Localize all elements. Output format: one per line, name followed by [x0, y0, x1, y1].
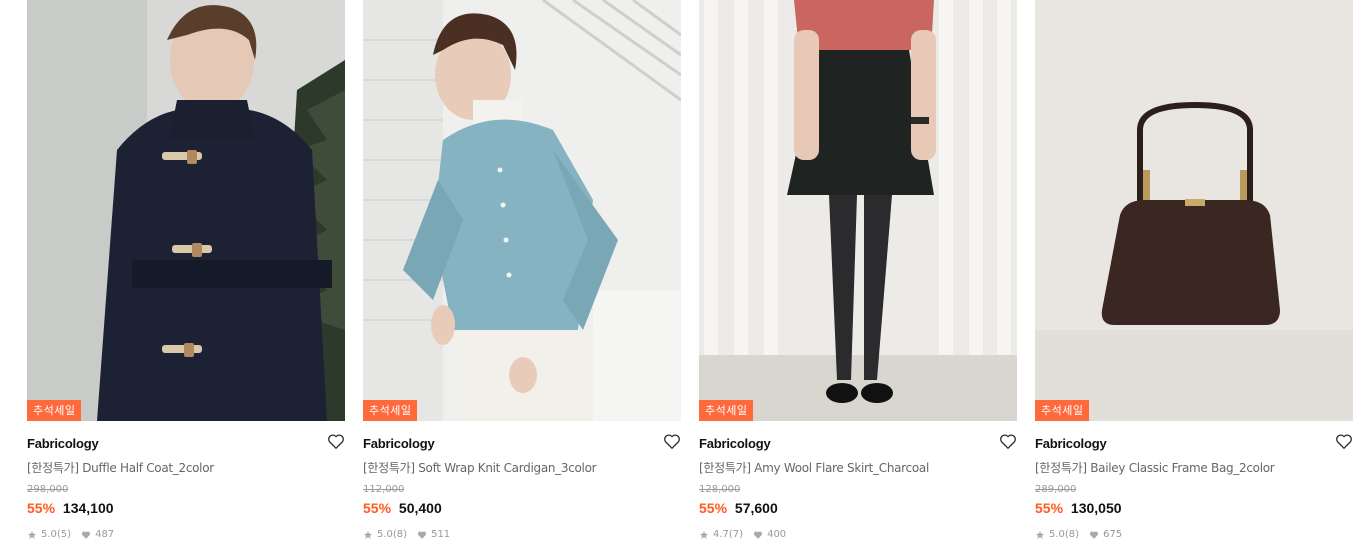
product-meta: 4.7 (7) 400: [699, 529, 786, 540]
rating-value: 4.7: [713, 529, 729, 540]
price-row: 55% 134,100: [27, 500, 114, 516]
product-image-link[interactable]: 추석세일: [27, 0, 345, 421]
rating-value: 5.0: [377, 529, 393, 540]
heart-icon: [1090, 530, 1099, 539]
heart-outline-icon[interactable]: [999, 433, 1017, 450]
rating-value: 5.0: [1049, 529, 1065, 540]
product-name[interactable]: [한정특가] Bailey Classic Frame Bag_2color: [1035, 459, 1275, 476]
star-icon: [699, 530, 709, 539]
product-photo-coat: [27, 0, 345, 421]
brand-name[interactable]: Fabricology: [27, 436, 99, 451]
review-count: (7): [728, 529, 744, 540]
like-count: 400: [767, 529, 787, 540]
discount-rate: 55%: [1035, 500, 1064, 516]
product-meta: 5.0 (8) 675: [1035, 529, 1122, 540]
product-card[interactable]: 추석세일 Fabricology [한정특가] Bailey Classic F…: [1035, 0, 1353, 549]
product-card[interactable]: 추석세일 Fabricology [한정특가] Duffle Half Coat…: [27, 0, 345, 549]
product-name[interactable]: [한정특가] Amy Wool Flare Skirt_Charcoal: [699, 459, 929, 476]
heart-icon: [754, 530, 763, 539]
sale-badge: 추석세일: [27, 400, 82, 421]
product-image-link[interactable]: 추석세일: [1035, 0, 1353, 421]
sale-badge: 추석세일: [1035, 400, 1090, 421]
star-icon: [27, 530, 37, 539]
product-photo-bag: [1035, 0, 1353, 421]
product-image-link[interactable]: 추석세일: [363, 0, 681, 421]
star-icon: [363, 530, 373, 539]
sale-price: 134,100: [62, 500, 114, 516]
product-card[interactable]: 추석세일 Fabricology [한정특가] Soft Wrap Knit C…: [363, 0, 681, 549]
sale-price: 50,400: [398, 500, 442, 516]
product-meta: 5.0 (8) 511: [363, 529, 450, 540]
heart-outline-icon[interactable]: [1335, 433, 1353, 450]
heart-outline-icon[interactable]: [327, 433, 345, 450]
review-count: (8): [1064, 529, 1080, 540]
discount-rate: 55%: [363, 500, 392, 516]
like-count: 675: [1103, 529, 1123, 540]
price-row: 55% 130,050: [1035, 500, 1122, 516]
original-price: 298,000: [27, 484, 69, 495]
sale-badge: 추석세일: [363, 400, 418, 421]
discount-rate: 55%: [699, 500, 728, 516]
original-price: 112,000: [363, 484, 405, 495]
product-name[interactable]: [한정특가] Soft Wrap Knit Cardigan_3color: [363, 459, 597, 476]
product-photo-cardigan: [363, 0, 681, 421]
rating-value: 5.0: [41, 529, 57, 540]
product-image-link[interactable]: 추석세일: [699, 0, 1017, 421]
brand-name[interactable]: Fabricology: [1035, 436, 1107, 451]
discount-rate: 55%: [27, 500, 56, 516]
price-row: 55% 50,400: [363, 500, 442, 516]
product-card[interactable]: 추석세일 Fabricology [한정특가] Amy Wool Flare S…: [699, 0, 1017, 549]
like-count: 487: [95, 529, 115, 540]
product-photo-skirt: [699, 0, 1017, 421]
product-name[interactable]: [한정특가] Duffle Half Coat_2color: [27, 459, 214, 476]
price-row: 55% 57,600: [699, 500, 778, 516]
brand-name[interactable]: Fabricology: [699, 436, 771, 451]
product-meta: 5.0 (5) 487: [27, 529, 114, 540]
sale-badge: 추석세일: [699, 400, 754, 421]
brand-name[interactable]: Fabricology: [363, 436, 435, 451]
star-icon: [1035, 530, 1045, 539]
heart-icon: [418, 530, 427, 539]
sale-price: 130,050: [1070, 500, 1122, 516]
review-count: (8): [392, 529, 408, 540]
like-count: 511: [431, 529, 451, 540]
sale-price: 57,600: [734, 500, 778, 516]
original-price: 128,000: [699, 484, 741, 495]
heart-outline-icon[interactable]: [663, 433, 681, 450]
review-count: (5): [56, 529, 72, 540]
original-price: 289,000: [1035, 484, 1077, 495]
heart-icon: [82, 530, 91, 539]
